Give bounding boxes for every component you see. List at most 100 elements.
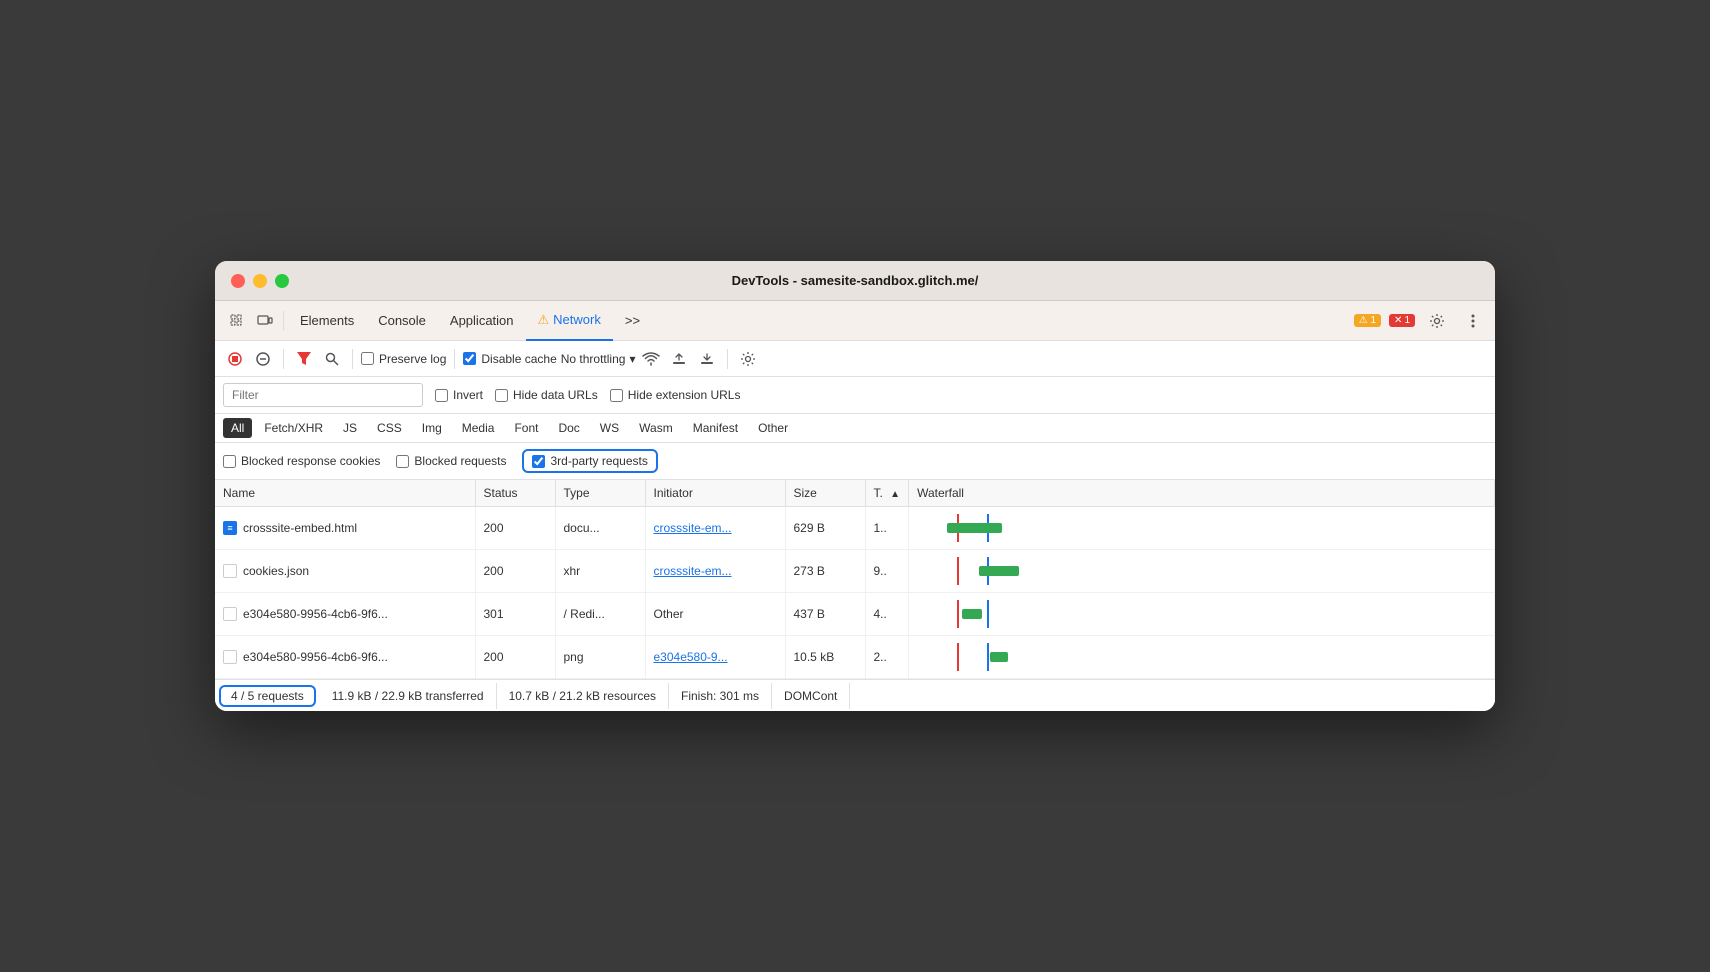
filter-icon[interactable]	[292, 347, 316, 371]
blocked-response-cookies-input[interactable]	[223, 455, 236, 468]
tab-network[interactable]: ⚠ Network	[526, 301, 613, 341]
col-name[interactable]: Name	[215, 480, 475, 507]
minimize-button[interactable]	[253, 274, 267, 288]
blocked-requests-input[interactable]	[396, 455, 409, 468]
upload-icon[interactable]	[667, 347, 691, 371]
row-2-initiator-link[interactable]: crosssite-em...	[654, 564, 732, 578]
warning-badge[interactable]: ⚠ 1	[1354, 314, 1381, 327]
type-doc-button[interactable]: Doc	[550, 418, 587, 438]
row-3-type: / Redi...	[555, 593, 645, 636]
type-media-button[interactable]: Media	[454, 418, 503, 438]
blocked-requests-checkbox[interactable]: Blocked requests	[396, 454, 506, 468]
preserve-log-input[interactable]	[361, 352, 374, 365]
col-size[interactable]: Size	[785, 480, 865, 507]
row-3-size: 437 B	[785, 593, 865, 636]
device-icon[interactable]	[251, 307, 279, 335]
hide-data-urls-checkbox[interactable]: Hide data URLs	[495, 388, 598, 402]
window-title: DevTools - samesite-sandbox.glitch.me/	[732, 273, 979, 288]
wifi-icon[interactable]	[639, 347, 663, 371]
more-options-icon[interactable]	[1459, 307, 1487, 335]
blocked-response-cookies-checkbox[interactable]: Blocked response cookies	[223, 454, 380, 468]
type-fetch-button[interactable]: Fetch/XHR	[256, 418, 331, 438]
col-type[interactable]: Type	[555, 480, 645, 507]
disable-cache-checkbox[interactable]: Disable cache	[463, 352, 556, 366]
row-3-status: 301	[475, 593, 555, 636]
hide-extension-urls-checkbox[interactable]: Hide extension URLs	[610, 388, 741, 402]
tab-right-actions: ⚠ 1 ✕1	[1354, 307, 1487, 335]
tab-network-label: Network	[553, 312, 601, 327]
row-2-name: cookies.json	[215, 550, 475, 593]
action-divider-1	[283, 349, 284, 369]
table-row[interactable]: e304e580-9956-4cb6-9f6... 200 png e304e5…	[215, 636, 1495, 679]
throttle-select[interactable]: No throttling ▾	[561, 352, 636, 366]
type-other-button[interactable]: Other	[750, 418, 796, 438]
type-manifest-button[interactable]: Manifest	[685, 418, 746, 438]
row-4-time: 2..	[865, 636, 909, 679]
tabs-bar: Elements Console Application ⚠ Network >…	[215, 301, 1495, 341]
row-3-name-text: e304e580-9956-4cb6-9f6...	[243, 607, 388, 621]
type-all-button[interactable]: All	[223, 418, 252, 438]
row-4-initiator: e304e580-9...	[645, 636, 785, 679]
action-divider-2	[352, 349, 353, 369]
transferred-size: 11.9 kB / 22.9 kB transferred	[320, 683, 497, 709]
requests-count: 4 / 5 requests	[219, 685, 316, 707]
throttle-arrow-icon: ▾	[629, 352, 635, 366]
table-header-row: Name Status Type Initiator Size T. ▲ Wat…	[215, 480, 1495, 507]
invert-checkbox[interactable]: Invert	[435, 388, 483, 402]
col-waterfall[interactable]: Waterfall	[909, 480, 1495, 507]
table-row[interactable]: ≡ crosssite-embed.html 200 docu... cross…	[215, 507, 1495, 550]
row-3-initiator-text: Other	[654, 607, 684, 621]
devtools-body: Elements Console Application ⚠ Network >…	[215, 301, 1495, 711]
tab-application[interactable]: Application	[438, 301, 526, 341]
blank-icon-2	[223, 607, 237, 621]
cursor-icon[interactable]	[223, 307, 251, 335]
row-1-initiator: crosssite-em...	[645, 507, 785, 550]
filter-options: Invert Hide data URLs Hide extension URL…	[435, 388, 740, 402]
hide-extension-urls-input[interactable]	[610, 389, 623, 402]
clear-icon[interactable]	[251, 347, 275, 371]
search-icon[interactable]	[320, 347, 344, 371]
hide-data-urls-input[interactable]	[495, 389, 508, 402]
row-4-size: 10.5 kB	[785, 636, 865, 679]
blank-icon-1	[223, 564, 237, 578]
tab-elements[interactable]: Elements	[288, 301, 366, 341]
tab-console[interactable]: Console	[366, 301, 438, 341]
maximize-button[interactable]	[275, 274, 289, 288]
type-js-button[interactable]: JS	[335, 418, 365, 438]
row-2-name-text: cookies.json	[243, 564, 309, 578]
col-time[interactable]: T. ▲	[865, 480, 909, 507]
tab-more[interactable]: >>	[613, 301, 652, 341]
close-button[interactable]	[231, 274, 245, 288]
third-party-highlight-box: 3rd-party requests	[522, 449, 657, 473]
disable-cache-input[interactable]	[463, 352, 476, 365]
settings-icon[interactable]	[1423, 307, 1451, 335]
type-img-button[interactable]: Img	[414, 418, 450, 438]
row-1-time: 1..	[865, 507, 909, 550]
row-4-initiator-link[interactable]: e304e580-9...	[654, 650, 728, 664]
row-2-initiator: crosssite-em...	[645, 550, 785, 593]
row-1-initiator-link[interactable]: crosssite-em...	[654, 521, 732, 535]
settings-2-icon[interactable]	[736, 347, 760, 371]
filter-input[interactable]	[223, 383, 423, 407]
col-status[interactable]: Status	[475, 480, 555, 507]
type-font-button[interactable]: Font	[506, 418, 546, 438]
row-4-name: e304e580-9956-4cb6-9f6...	[215, 636, 475, 679]
col-initiator[interactable]: Initiator	[645, 480, 785, 507]
preserve-log-checkbox[interactable]: Preserve log	[361, 352, 446, 366]
stop-recording-icon[interactable]	[223, 347, 247, 371]
row-3-initiator: Other	[645, 593, 785, 636]
type-css-button[interactable]: CSS	[369, 418, 410, 438]
error-badge[interactable]: ✕1	[1389, 314, 1415, 327]
row-1-status: 200	[475, 507, 555, 550]
table-row[interactable]: e304e580-9956-4cb6-9f6... 301 / Redi... …	[215, 593, 1495, 636]
type-ws-button[interactable]: WS	[592, 418, 627, 438]
row-1-waterfall	[909, 507, 1495, 550]
third-party-checkbox[interactable]: 3rd-party requests	[532, 454, 647, 468]
invert-input[interactable]	[435, 389, 448, 402]
type-wasm-button[interactable]: Wasm	[631, 418, 681, 438]
table-row[interactable]: cookies.json 200 xhr crosssite-em... 273…	[215, 550, 1495, 593]
third-party-input[interactable]	[532, 455, 545, 468]
download-icon[interactable]	[695, 347, 719, 371]
preserve-log-label: Preserve log	[379, 352, 446, 366]
row-2-waterfall	[909, 550, 1495, 593]
